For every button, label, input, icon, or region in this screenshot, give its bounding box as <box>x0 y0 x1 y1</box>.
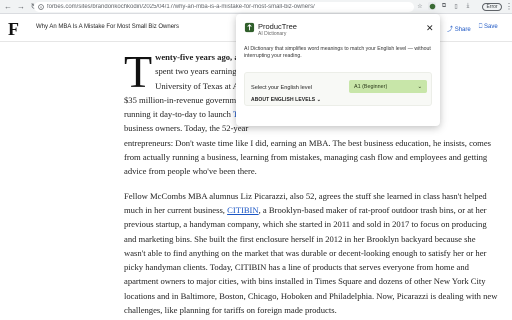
sidebar-icon[interactable]: ▯ <box>452 2 460 10</box>
share-button[interactable]: ⤴ Share <box>447 24 471 33</box>
extensions-puzzle-icon[interactable]: ⧉ <box>440 2 448 10</box>
para2-text-cont: , a Brooklyn-based maker of rat-proof ou… <box>124 204 498 316</box>
para1-line5: running it day-to-day to launch <box>124 109 233 120</box>
share-label: Share <box>454 27 471 33</box>
para1-rest: entrepreneurs: Don't waste time like I d… <box>124 137 492 177</box>
level-value: A1 (Beginner) <box>354 83 388 90</box>
url-text[interactable]: forbes.com/sites/brandonkochkodin/2025/0… <box>47 4 315 10</box>
para1-line4: $35 million-in-revenue government <box>124 94 247 105</box>
para1-line2: spent two years earning an <box>155 66 247 77</box>
bookmark-star-icon[interactable]: ☆ <box>416 2 424 10</box>
page-title: Why An MBA Is A Mistake For Most Small B… <box>36 24 180 30</box>
save-button[interactable]: ⎕ Save <box>479 24 498 33</box>
level-card: Select your English level A1 (Beginner) … <box>244 72 432 106</box>
about-levels-label: ABOUT ENGLISH LEVELS <box>251 97 316 103</box>
drop-cap: T <box>124 46 153 97</box>
citibin-link[interactable]: CITIBIN <box>227 205 259 215</box>
download-icon[interactable]: ⤓ <box>464 2 472 10</box>
forward-icon[interactable]: → <box>16 2 26 12</box>
menu-dots-icon[interactable]: ⋮ <box>505 2 512 11</box>
popup-description: AI Dictionary that simplifies word meani… <box>244 46 431 59</box>
browser-toolbar: ← → ↻ forbes.com/sites/brandonkochkodin/… <box>0 0 512 14</box>
share-icon: ⤴ <box>447 27 454 33</box>
productree-logo-icon <box>244 22 255 33</box>
forbes-logo[interactable]: F <box>8 19 19 40</box>
address-bar[interactable]: forbes.com/sites/brandonkochkodin/2025/0… <box>34 2 414 12</box>
paragraph-2: Fellow McCombs MBA alumnus Liz Picarazzi… <box>124 189 498 318</box>
level-label: Select your English level <box>251 85 312 91</box>
chevron-down-icon: ⌄ <box>316 97 322 103</box>
close-icon[interactable]: ✕ <box>426 23 434 34</box>
bookmark-icon: ⎕ <box>478 24 483 30</box>
about-levels-toggle[interactable]: ABOUT ENGLISH LEVELS ⌄ <box>251 97 321 103</box>
article-lead: wenty-five years ago, af <box>155 52 242 62</box>
para1-line3: University of Texas at Aust <box>155 80 249 91</box>
site-info-icon[interactable] <box>38 4 44 10</box>
popup-subtitle: AI Dictionary <box>258 31 287 37</box>
back-icon[interactable]: ← <box>3 2 13 12</box>
popup-app-name: ProducTree <box>258 22 297 31</box>
extension-popup: ProducTree AI Dictionary ✕ AI Dictionary… <box>236 14 440 126</box>
para1-line6: business owners. Today, the 52-year <box>124 123 249 134</box>
extension-icon[interactable] <box>428 2 436 10</box>
english-level-select[interactable]: A1 (Beginner) ⌄ <box>349 80 427 93</box>
profile-button[interactable]: Error <box>482 3 502 11</box>
chevron-down-icon: ⌄ <box>417 83 422 90</box>
save-label: Save <box>483 24 498 30</box>
